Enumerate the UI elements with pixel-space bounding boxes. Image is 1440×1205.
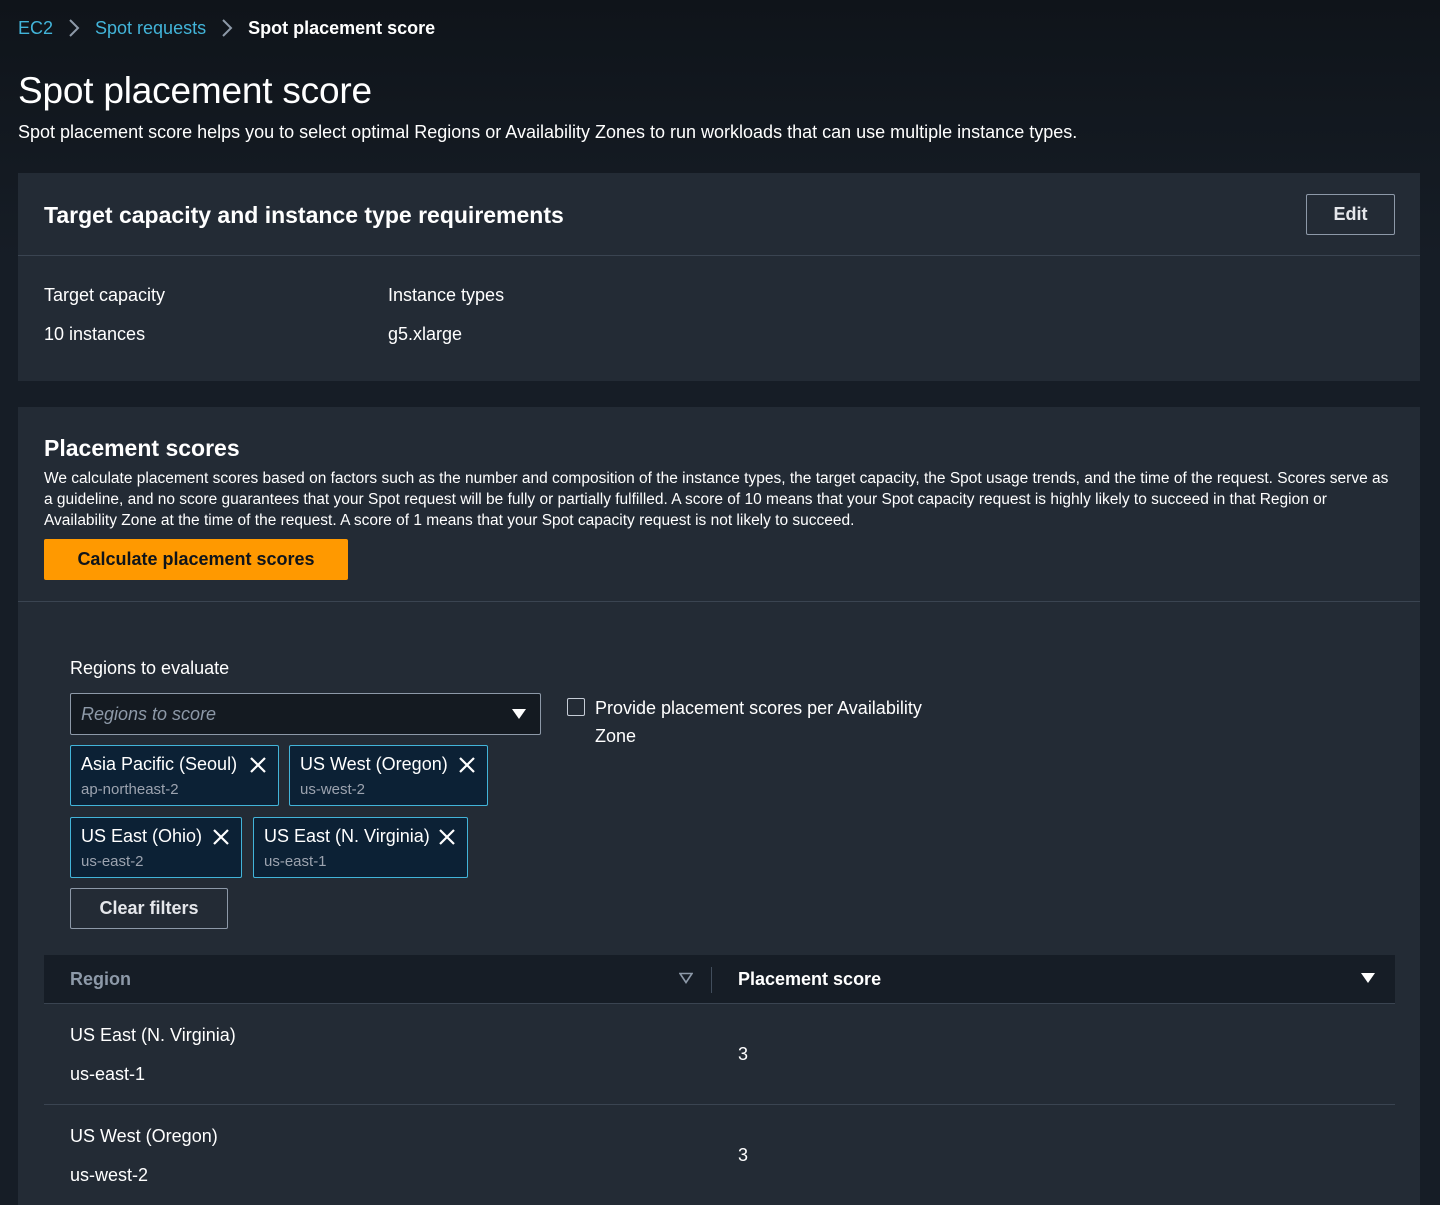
region-code: us-west-2 (70, 1165, 149, 1185)
regions-select-placeholder: Regions to score (81, 704, 217, 724)
region-token: US West (Oregon) us-west-2 (289, 745, 488, 806)
page-description: Spot placement score helps you to select… (18, 122, 1078, 142)
instance-types-value: g5.xlarge (388, 324, 463, 344)
region-name: US East (N. Virginia) (70, 1025, 236, 1045)
region-token: US East (Ohio) us-east-2 (70, 817, 242, 878)
breadcrumb-link-ec2[interactable]: EC2 (18, 18, 53, 39)
requirements-title: Target capacity and instance type requir… (44, 202, 564, 228)
target-capacity-value: 10 instances (44, 324, 146, 344)
region-token: Asia Pacific (Seoul) ap-northeast-2 (70, 745, 279, 806)
edit-button[interactable]: Edit (1306, 194, 1395, 235)
regions-label: Regions to evaluate (70, 658, 230, 678)
region-name: US West (Oregon) (70, 1126, 218, 1146)
table-header: Region Placement score (44, 955, 1395, 1004)
regions-select[interactable]: Regions to score (70, 693, 541, 735)
close-icon[interactable] (211, 827, 231, 847)
column-header-region[interactable]: Region (70, 969, 131, 990)
az-checkbox[interactable] (567, 698, 585, 716)
page-title: Spot placement score (18, 70, 372, 111)
region-token-name: US West (Oregon) (300, 754, 448, 774)
region-token-name: US East (N. Virginia) (264, 826, 430, 846)
placement-scores-description: We calculate placement scores based on f… (44, 470, 1389, 529)
clear-filters-button[interactable]: Clear filters (70, 888, 228, 929)
placement-score: 3 (738, 1145, 749, 1165)
az-checkbox-label[interactable]: Provide placement scores per Availabilit… (595, 694, 955, 750)
placement-scores-panel: Placement scores We calculate placement … (18, 407, 1420, 1205)
table-row: US East (N. Virginia) us-east-1 3 (44, 1004, 1395, 1105)
sort-descending-icon[interactable] (1361, 972, 1375, 984)
caret-down-icon (512, 709, 526, 719)
breadcrumb-current: Spot placement score (248, 17, 436, 38)
breadcrumb-link-spot-requests[interactable]: Spot requests (95, 18, 206, 39)
instance-types: Instance types g5.xlarge (388, 285, 504, 345)
close-icon[interactable] (437, 827, 457, 847)
instance-types-label: Instance types (388, 285, 505, 305)
region-token-code: us-west-2 (300, 781, 366, 798)
scores-table: Region Placement score US East (N. Virgi… (44, 955, 1395, 1205)
sort-icon[interactable] (679, 972, 693, 984)
calculate-placement-scores-button[interactable]: Calculate placement scores (44, 539, 348, 580)
region-token-name: US East (Ohio) (81, 826, 203, 846)
requirements-header: Target capacity and instance type requir… (18, 173, 1420, 256)
region-token-code: us-east-2 (81, 853, 144, 870)
chevron-right-icon (53, 18, 95, 38)
region-code: us-east-1 (70, 1064, 146, 1084)
placement-scores-header: Placement scores We calculate placement … (18, 407, 1420, 602)
column-header-placement-score[interactable]: Placement score (738, 969, 881, 990)
region-token: US East (N. Virginia) us-east-1 (253, 817, 468, 878)
breadcrumb: EC2 Spot requests Spot placement score (18, 16, 435, 40)
region-token-name: Asia Pacific (Seoul) (81, 754, 238, 774)
close-icon[interactable] (248, 755, 268, 775)
placement-scores-title: Placement scores (44, 435, 240, 461)
column-divider[interactable] (711, 967, 712, 993)
close-icon[interactable] (457, 755, 477, 775)
placement-score: 3 (738, 1044, 749, 1064)
region-token-code: us-east-1 (264, 853, 327, 870)
region-token-code: ap-northeast-2 (81, 781, 179, 798)
table-row: US West (Oregon) us-west-2 3 (44, 1105, 1395, 1205)
target-capacity: Target capacity 10 instances (44, 285, 165, 345)
target-capacity-label: Target capacity (44, 285, 166, 305)
requirements-panel: Target capacity and instance type requir… (18, 173, 1420, 381)
chevron-right-icon (206, 18, 248, 38)
